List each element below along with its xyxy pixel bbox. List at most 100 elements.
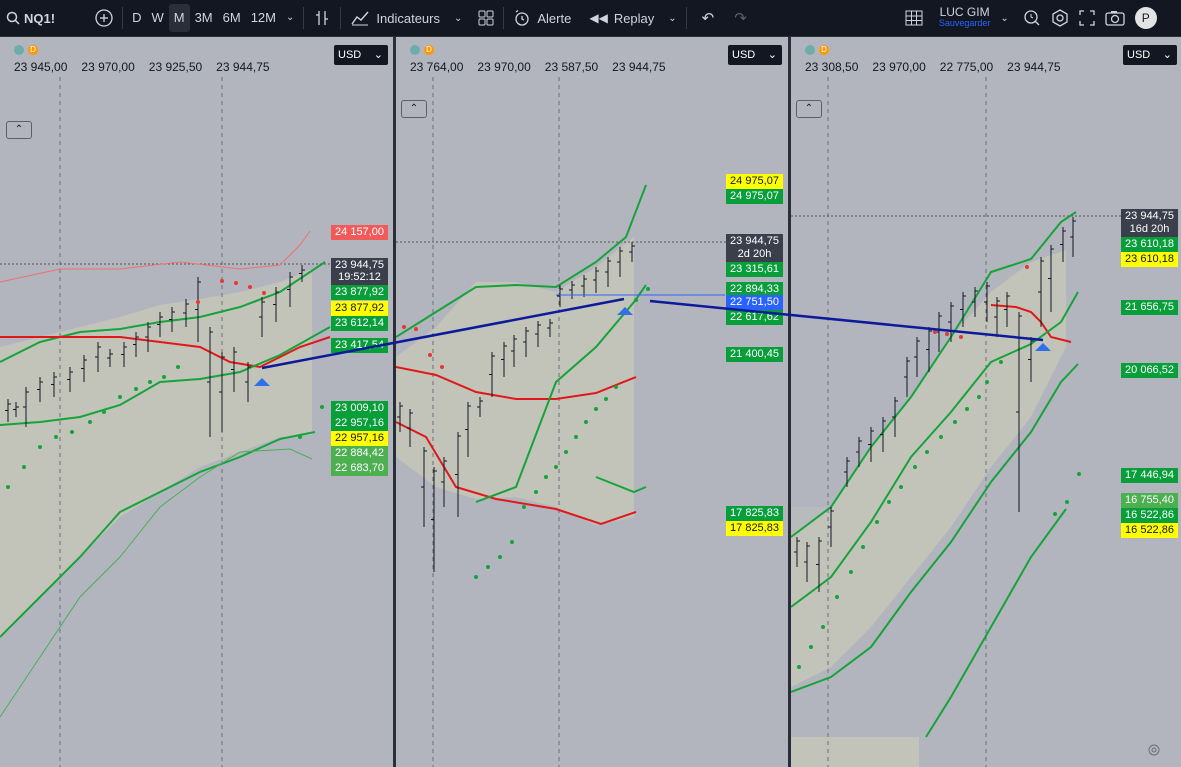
redo-button[interactable]: ↷ bbox=[729, 0, 752, 36]
low-value: 22 775,00 bbox=[939, 60, 994, 74]
timeframe-12m[interactable]: 12M bbox=[246, 4, 281, 32]
timeframe-w[interactable]: W bbox=[146, 4, 168, 32]
sar-dot bbox=[564, 450, 568, 454]
price-label: 23 612,14 bbox=[331, 316, 388, 331]
price-label: 17 446,94 bbox=[1121, 468, 1178, 483]
low-value: 23 925,50 bbox=[148, 60, 203, 74]
screenshot-button[interactable] bbox=[1100, 0, 1130, 36]
chart-panel-2[interactable]: D 23 764,00 23 970,00 23 587,50 23 944,7… bbox=[396, 37, 788, 767]
settings-button[interactable] bbox=[1046, 0, 1074, 36]
price-label: 22 683,70 bbox=[331, 461, 388, 476]
symbol-label: NQ1! bbox=[24, 10, 56, 26]
delay-d-icon: D bbox=[424, 45, 434, 55]
layouts-button[interactable] bbox=[473, 0, 499, 36]
alert-button[interactable]: Alerte bbox=[508, 0, 576, 36]
chevron-down-icon: ⌄ bbox=[668, 12, 677, 24]
price-label: 23 877,92 bbox=[331, 285, 388, 300]
chart-canvas-2[interactable] bbox=[396, 37, 788, 767]
sar-dot bbox=[584, 420, 588, 424]
price-label: 21 656,75 bbox=[1121, 300, 1178, 315]
bar-style-button[interactable] bbox=[308, 0, 336, 36]
sar-dot bbox=[320, 405, 324, 409]
collapse-indicators-button[interactable]: ⌃ bbox=[401, 100, 427, 118]
sar-dot bbox=[176, 365, 180, 369]
sar-dot bbox=[945, 332, 949, 336]
status-dot-icon bbox=[410, 45, 420, 55]
sar-dot bbox=[54, 435, 58, 439]
user-menu[interactable]: P bbox=[1130, 0, 1157, 36]
price-label: 24 975,07 bbox=[726, 189, 783, 204]
timeframe-d[interactable]: D bbox=[127, 4, 146, 32]
keltner-upper bbox=[0, 230, 311, 283]
sar-dot bbox=[544, 475, 548, 479]
layout-name-block[interactable]: LUC GIM Sauvegarder bbox=[934, 0, 996, 36]
sar-dot bbox=[913, 465, 917, 469]
fill-bottom bbox=[791, 737, 919, 767]
sar-dot bbox=[554, 465, 558, 469]
price-label: 23 315,61 bbox=[726, 262, 783, 277]
sar-dot bbox=[861, 545, 865, 549]
sar-dot bbox=[1077, 472, 1081, 476]
sar-dot bbox=[134, 387, 138, 391]
timeframe-group: D W M 3M 6M 12M ⌄ bbox=[127, 0, 299, 36]
layout-select-button[interactable] bbox=[900, 0, 928, 36]
sar-dot bbox=[933, 330, 937, 334]
high-value: 23 970,00 bbox=[477, 60, 531, 74]
sar-dot bbox=[594, 407, 598, 411]
sar-dot bbox=[234, 281, 238, 285]
band-outer-lower bbox=[925, 508, 1067, 738]
separator bbox=[503, 7, 505, 29]
quick-search-button[interactable] bbox=[1018, 0, 1046, 36]
currency-label: USD bbox=[732, 49, 756, 61]
sar-dot bbox=[22, 465, 26, 469]
open-value: 23 945,00 bbox=[14, 60, 68, 74]
sar-dot bbox=[1025, 265, 1029, 269]
chevron-down-icon: ⌄ bbox=[373, 49, 383, 61]
bars-icon bbox=[316, 11, 329, 25]
settings-gear-icon[interactable] bbox=[1147, 743, 1161, 757]
chevron-down-icon[interactable]: ⌄ bbox=[281, 4, 299, 32]
fullscreen-button[interactable] bbox=[1074, 0, 1100, 36]
separator bbox=[340, 7, 342, 29]
sar-dot bbox=[248, 285, 252, 289]
compare-add-button[interactable] bbox=[90, 0, 118, 36]
undo-button[interactable]: ↶ bbox=[697, 0, 720, 36]
avatar[interactable]: P bbox=[1134, 7, 1157, 29]
delay-d-icon: D bbox=[819, 45, 829, 55]
sar-dot bbox=[797, 665, 801, 669]
indicators-label: Indicateurs bbox=[376, 10, 440, 26]
collapse-indicators-button[interactable]: ⌃ bbox=[796, 100, 822, 118]
sar-dot bbox=[849, 570, 853, 574]
sar-dot bbox=[534, 490, 538, 494]
price-label: 16 755,40 bbox=[1121, 493, 1178, 508]
chart-panel-1[interactable]: D 23 945,00 23 970,00 23 925,50 23 944,7… bbox=[0, 37, 393, 767]
chevron-down-icon[interactable]: ⌄ bbox=[995, 0, 1013, 36]
search-icon bbox=[6, 11, 20, 25]
currency-select[interactable]: USD ⌄ bbox=[1123, 45, 1177, 65]
replay-button[interactable]: ◀◀ Replay ⌄ bbox=[584, 0, 681, 36]
symbol-search[interactable]: NQ1! bbox=[0, 0, 60, 36]
separator bbox=[303, 7, 305, 29]
bollinger-fill bbox=[0, 269, 312, 637]
camera-icon bbox=[1105, 11, 1125, 26]
indicators-icon bbox=[351, 11, 369, 26]
indicators-button[interactable]: Indicateurs ⌄ bbox=[345, 0, 467, 36]
currency-select[interactable]: USD ⌄ bbox=[728, 45, 782, 65]
ohlc-values: 23 764,00 23 970,00 23 587,50 23 944,75 bbox=[410, 60, 666, 74]
sar-dot bbox=[88, 420, 92, 424]
chart-canvas-3[interactable] bbox=[791, 37, 1181, 767]
close-value: 23 944,75 bbox=[216, 60, 270, 74]
price-label: 22 751,50 bbox=[726, 295, 783, 310]
timeframe-6m[interactable]: 6M bbox=[218, 4, 246, 32]
currency-select[interactable]: USD ⌄ bbox=[334, 45, 388, 65]
bollinger-fill bbox=[791, 250, 1066, 687]
sar-dot bbox=[574, 435, 578, 439]
timeframe-3m[interactable]: 3M bbox=[190, 4, 218, 32]
timeframe-m[interactable]: M bbox=[168, 4, 190, 32]
sar-dot bbox=[196, 300, 200, 304]
legend-dots: D bbox=[410, 45, 434, 55]
chart-panel-3[interactable]: D 23 308,50 23 970,00 22 775,00 23 944,7… bbox=[791, 37, 1181, 767]
sar-dot bbox=[999, 360, 1003, 364]
collapse-indicators-button[interactable]: ⌃ bbox=[6, 121, 32, 139]
replay-label: Replay bbox=[613, 10, 655, 26]
